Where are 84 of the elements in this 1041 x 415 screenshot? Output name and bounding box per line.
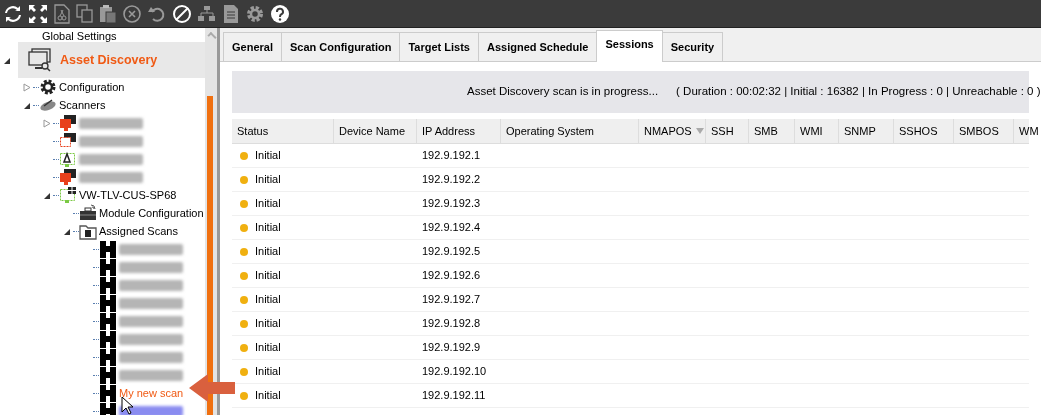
column-header[interactable]: IP Address [417, 119, 501, 143]
block-icon[interactable] [172, 3, 192, 24]
tree-item[interactable]: Assigned Scans [99, 222, 178, 240]
binoculars-icon [99, 384, 117, 402]
folder-icon [79, 222, 97, 240]
table-cell-text: Initial [255, 220, 281, 236]
tree-item[interactable]: Module Configuration [99, 204, 204, 222]
column-header[interactable]: SMBOS [954, 119, 1014, 143]
cut-icon[interactable] [53, 3, 71, 24]
table-cell-text: 192.9.192.5 [421, 244, 481, 260]
scrollbar-thumb[interactable] [207, 96, 213, 415]
table-cell-text: 192.9.192.3 [421, 196, 481, 212]
tab[interactable]: General [223, 32, 282, 61]
table-cell-text: 192.9.192.7 [421, 292, 481, 308]
tree-item[interactable]: Scanners [59, 96, 106, 114]
column-header[interactable]: Status [232, 119, 334, 143]
binoculars-icon [99, 402, 117, 415]
column-header[interactable]: SSH [706, 119, 749, 143]
tab[interactable]: Sessions [596, 30, 663, 62]
expand-icon[interactable] [28, 3, 48, 24]
binoculars-icon [99, 294, 117, 312]
computer-icon [59, 114, 77, 132]
table-cell-text: 192.9.192.1 [421, 148, 481, 164]
column-header[interactable]: Operating System [501, 119, 639, 143]
progress-details: ( Duration : 00:02:32 | Initial : 16382 | In Progress : 0 | Unreachable : 0 ) [676, 84, 1041, 100]
table-cell-text: 192.9.192.9 [421, 340, 481, 356]
refresh-icon[interactable] [3, 3, 23, 24]
computer-icon [59, 168, 77, 186]
satellite-dish-icon [39, 96, 57, 114]
table-cell-text: Initial [255, 172, 281, 188]
monitor-search-icon [28, 48, 52, 72]
computer-icon [59, 186, 77, 204]
progress-message: Asset Discovery scan is in progress... [467, 84, 659, 100]
table-cell-text: Initial [255, 268, 281, 284]
table-cell-text: Initial [255, 364, 281, 380]
table-cell-text: Initial [255, 292, 281, 308]
table-cell-text: 192.9.192.11 [421, 388, 486, 404]
tab[interactable]: Security [661, 32, 724, 61]
column-header[interactable]: SNMP [839, 119, 894, 143]
table-cell-text: 192.9.192.2 [421, 172, 481, 188]
arrow-annotation [188, 373, 236, 403]
copy-icon[interactable] [76, 3, 94, 24]
binoculars-icon [99, 366, 117, 384]
binoculars-icon [99, 348, 117, 366]
tree-item[interactable]: VW-TLV-CUS-SP68 [79, 186, 177, 204]
column-header[interactable]: NMAPOS [639, 119, 706, 143]
table-cell-text: 192.9.192.10 [421, 364, 487, 380]
scrollbar[interactable] [205, 28, 220, 415]
expand-arrow-icon[interactable] [43, 118, 51, 128]
binoculars-icon [99, 240, 117, 258]
table-cell-text: Initial [255, 316, 281, 332]
toolbox-icon [79, 204, 97, 222]
collapse-arrow-icon[interactable] [3, 56, 11, 65]
column-header[interactable]: Device Name [334, 119, 417, 143]
help-icon[interactable] [270, 3, 290, 24]
tree-item[interactable]: My new scan [119, 384, 184, 402]
binoculars-icon [99, 330, 117, 348]
column-header[interactable]: WM [1014, 119, 1041, 143]
hierarchy-icon[interactable] [197, 3, 217, 24]
gear-icon [39, 78, 57, 96]
binoculars-icon [99, 276, 117, 294]
table-cell-text: Initial [255, 388, 281, 404]
computer-icon [59, 132, 77, 150]
tree-item[interactable]: Global Settings [42, 30, 117, 42]
computer-icon [59, 150, 77, 168]
table-cell-text: Initial [255, 148, 281, 164]
tree-item[interactable]: Configuration [59, 78, 125, 96]
table-cell-text: Initial [255, 196, 281, 212]
table-cell-text: Initial [255, 244, 281, 260]
table-cell-text: 192.9.192.8 [421, 316, 481, 332]
sort-arrow-icon[interactable] [695, 128, 704, 134]
table-cell-text: Initial [255, 340, 281, 356]
settings-icon[interactable] [245, 3, 265, 24]
column-header[interactable]: SMB [749, 119, 795, 143]
document-icon[interactable] [222, 3, 240, 24]
column-header[interactable]: WMI [795, 119, 839, 143]
binoculars-icon [99, 258, 117, 276]
cancel-icon[interactable] [122, 3, 142, 24]
column-header[interactable]: SSHOS [894, 119, 954, 143]
expand-arrow-icon[interactable] [23, 82, 31, 92]
table-cell-text: 192.9.192.6 [421, 268, 481, 284]
paste-icon[interactable] [99, 3, 117, 24]
table-cell-text: 192.9.192.4 [421, 220, 481, 236]
binoculars-icon [99, 312, 117, 330]
